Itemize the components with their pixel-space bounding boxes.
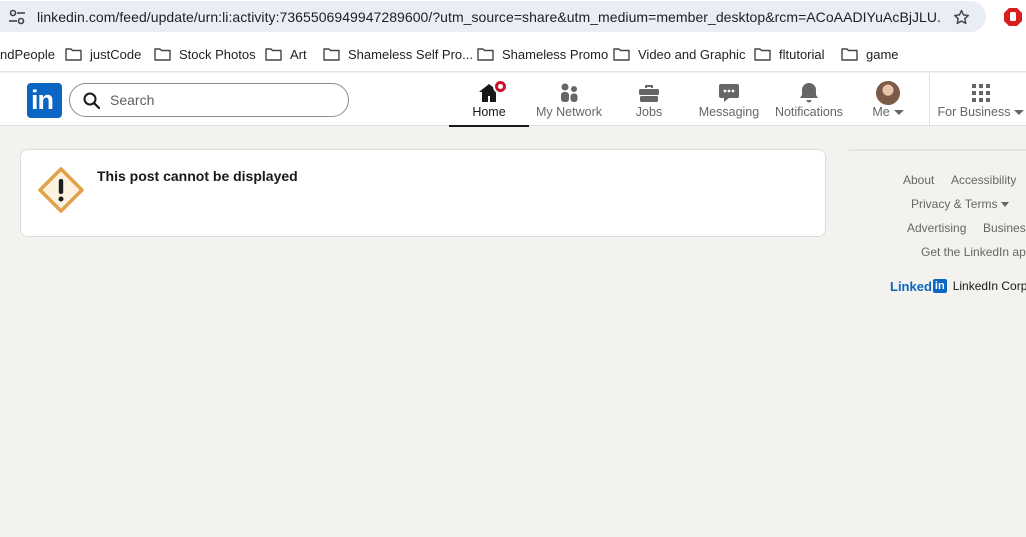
nav-label: Jobs bbox=[635, 105, 663, 119]
brand-in-box: in bbox=[932, 279, 947, 293]
bookmark-label: Stock Photos bbox=[179, 46, 256, 62]
extension-icon[interactable] bbox=[1002, 6, 1024, 28]
nav-me-label: Me bbox=[859, 105, 917, 119]
bookmark-label: Video and Graphic bbox=[638, 46, 746, 62]
brand-wordmark: Linked bbox=[890, 278, 932, 294]
footer-link-label: Privacy & Terms bbox=[911, 197, 998, 211]
nav-me[interactable]: Me bbox=[859, 73, 917, 126]
bookmarks-bar: ndPeople justCode Stock Photos Art Shame… bbox=[0, 34, 1026, 72]
bookmark-label: ndPeople bbox=[0, 46, 55, 62]
nav-label: My Network bbox=[536, 105, 602, 119]
footer-link-privacy[interactable]: Privacy & Terms bbox=[911, 197, 1010, 211]
bookmark-item[interactable]: ndPeople bbox=[0, 45, 55, 63]
post-unavailable-card: This post cannot be displayed bbox=[20, 149, 826, 237]
folder-icon bbox=[323, 48, 340, 61]
search-box[interactable] bbox=[69, 83, 349, 117]
nav-messaging[interactable]: Messaging bbox=[689, 73, 769, 126]
post-error-message: This post cannot be displayed bbox=[97, 168, 298, 184]
bookmark-folder[interactable]: Shameless Promo bbox=[477, 45, 608, 63]
bookmark-label: fltutorial bbox=[779, 46, 825, 62]
footer-link-accessibility[interactable]: Accessibility bbox=[951, 173, 1016, 187]
people-icon bbox=[561, 83, 578, 102]
bookmark-star-icon[interactable] bbox=[952, 8, 971, 27]
folder-icon bbox=[841, 48, 858, 61]
chevron-down-icon bbox=[1014, 110, 1025, 116]
nav-label: Messaging bbox=[698, 105, 760, 119]
bookmark-label: game bbox=[866, 46, 899, 62]
footer-link-get-app[interactable]: Get the LinkedIn app bbox=[921, 245, 1026, 259]
bookmark-folder[interactable]: Shameless Self Pro... bbox=[323, 45, 473, 63]
folder-icon bbox=[613, 48, 630, 61]
nav-home[interactable]: Home bbox=[449, 73, 529, 127]
bookmark-folder[interactable]: game bbox=[841, 45, 899, 63]
search-input[interactable] bbox=[110, 90, 330, 110]
folder-icon bbox=[154, 48, 171, 61]
footer-link-about[interactable]: About bbox=[903, 173, 934, 187]
bookmark-folder[interactable]: Stock Photos bbox=[154, 45, 256, 63]
omnibox[interactable]: linkedin.com/feed/update/urn:li:activity… bbox=[0, 1, 986, 32]
bell-icon bbox=[800, 83, 818, 103]
bookmark-folder[interactable]: Art bbox=[265, 45, 307, 63]
copyright-text: LinkedIn Corporation bbox=[952, 279, 1026, 293]
footer-link-business[interactable]: Business bbox=[983, 221, 1026, 235]
chevron-down-icon bbox=[1001, 202, 1010, 208]
nav-label: Home bbox=[472, 105, 506, 119]
url-text[interactable]: linkedin.com/feed/update/urn:li:activity… bbox=[37, 9, 942, 25]
nav-jobs[interactable]: Jobs bbox=[609, 73, 689, 126]
warning-icon bbox=[38, 167, 84, 213]
site-settings-icon[interactable] bbox=[8, 9, 26, 25]
message-icon bbox=[719, 84, 739, 102]
folder-icon bbox=[265, 48, 282, 61]
linkedin-global-nav: in Home My Network Jobs bbox=[0, 73, 1026, 127]
folder-icon bbox=[754, 48, 771, 61]
nav-label: Me bbox=[872, 105, 890, 119]
search-icon bbox=[83, 92, 100, 109]
footer-brand: Linked in LinkedIn Corporation bbox=[890, 278, 1026, 294]
bookmark-label: Shameless Self Pro... bbox=[348, 46, 473, 62]
grid-icon bbox=[972, 84, 990, 102]
bookmark-label: Shameless Promo bbox=[502, 46, 609, 62]
browser-address-bar: linkedin.com/feed/update/urn:li:activity… bbox=[0, 0, 1026, 34]
avatar bbox=[876, 81, 900, 105]
nav-for-business[interactable]: For Business bbox=[936, 73, 1026, 126]
folder-icon bbox=[477, 48, 494, 61]
notification-badge bbox=[493, 79, 508, 94]
nav-notifications[interactable]: Notifications bbox=[769, 73, 849, 126]
bookmark-label: Art bbox=[290, 46, 307, 62]
bookmark-label: justCode bbox=[90, 46, 142, 62]
nav-label: Notifications bbox=[774, 105, 844, 119]
nav-my-network[interactable]: My Network bbox=[529, 73, 609, 126]
bookmark-folder[interactable]: justCode bbox=[65, 45, 141, 63]
footer-link-advertising[interactable]: Advertising bbox=[907, 221, 966, 235]
logo-text: in bbox=[31, 85, 54, 115]
nav-divider bbox=[929, 73, 930, 126]
active-indicator bbox=[449, 125, 529, 127]
bookmark-folder[interactable]: Video and Graphic bbox=[613, 45, 745, 63]
folder-icon bbox=[65, 48, 82, 61]
nav-business-label: For Business bbox=[936, 105, 1026, 119]
briefcase-icon bbox=[639, 85, 659, 102]
bookmark-folder[interactable]: fltutorial bbox=[754, 45, 825, 63]
rail-divider bbox=[849, 149, 1026, 151]
chevron-down-icon bbox=[893, 110, 904, 116]
nav-label: For Business bbox=[937, 105, 1011, 119]
linkedin-logo[interactable]: in bbox=[27, 83, 62, 118]
